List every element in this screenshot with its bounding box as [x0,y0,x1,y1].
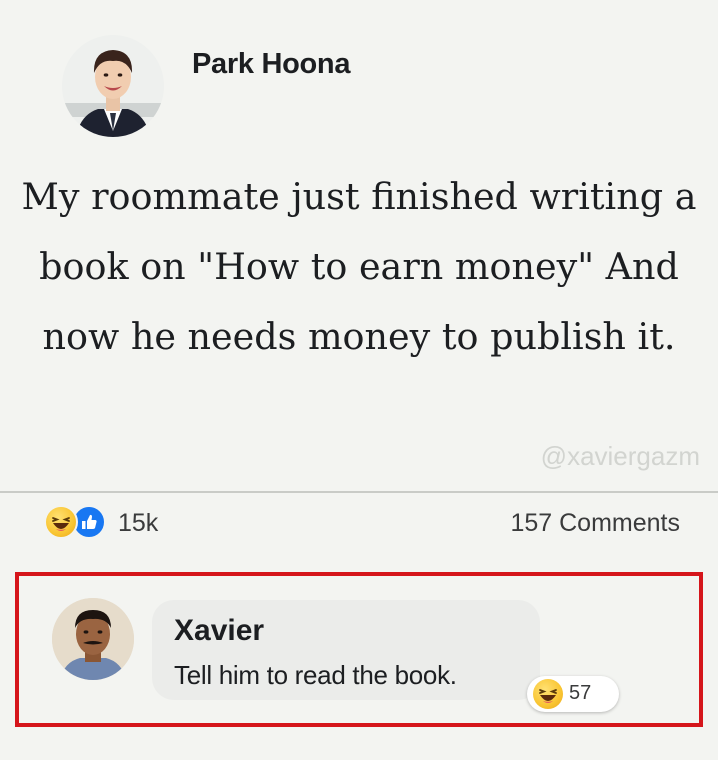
comment-text: Tell him to read the book. [174,660,457,690]
commenter-photo [52,598,134,680]
haha-icon [44,505,78,539]
comment-count-link[interactable]: 157 Comments [510,509,680,538]
reactions-summary[interactable]: 15k [44,505,224,541]
commenter-name[interactable]: Xavier [174,614,264,648]
comment-reaction-count: 57 [569,682,592,704]
divider [0,491,718,493]
reaction-count: 15k [118,509,159,537]
post-author-name[interactable]: Park Hoona [192,48,350,81]
haha-icon [533,679,563,709]
post-text: My roommate just finished writing a book… [21,175,697,358]
comment-reaction-badge[interactable]: 57 [527,676,619,712]
watermark: @xaviergazm [540,441,700,471]
commenter-avatar[interactable] [52,598,134,680]
author-avatar[interactable] [62,35,164,137]
author-photo [62,35,164,137]
